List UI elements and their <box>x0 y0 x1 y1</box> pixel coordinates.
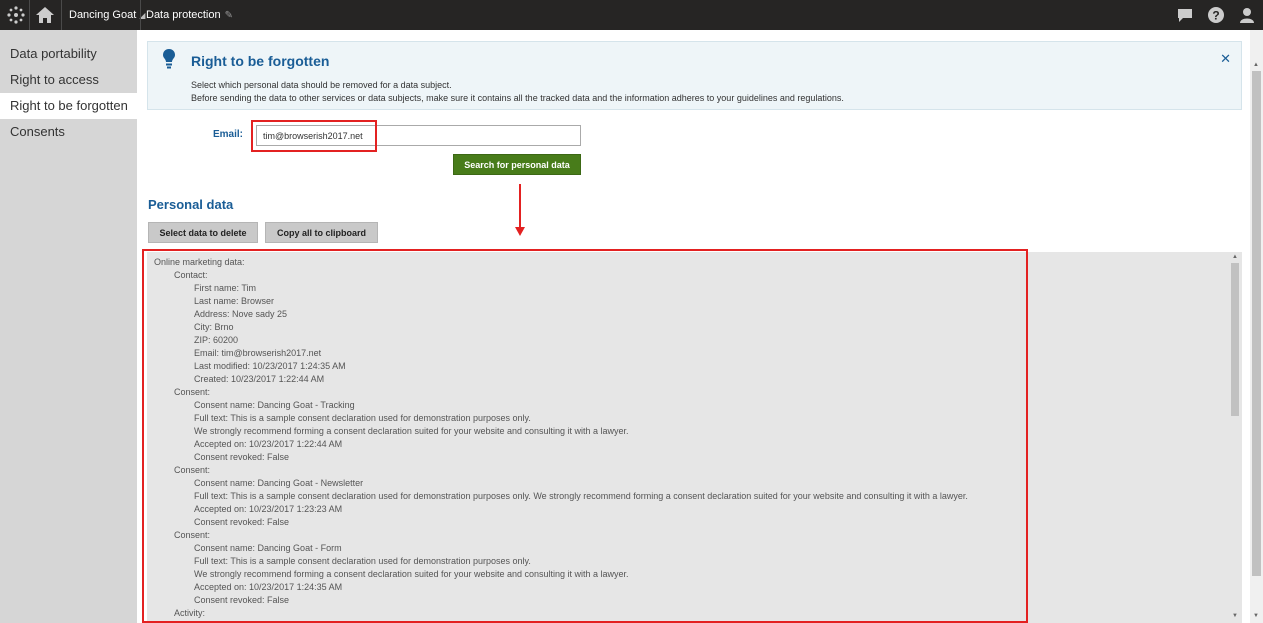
info-title: Right to be forgotten <box>191 53 330 69</box>
sidebar-item-right-to-access[interactable]: Right to access <box>0 67 137 93</box>
site-name: Dancing Goat <box>69 9 137 21</box>
data-line: Last modified: 10/23/2017 1:24:35 AM <box>194 361 346 371</box>
select-data-to-delete-button[interactable]: Select data to delete <box>148 222 258 243</box>
data-line: Consent name: Dancing Goat - Newsletter <box>194 478 364 488</box>
email-label: Email: <box>213 129 244 140</box>
annotation-arrow-head <box>515 227 525 236</box>
home-icon[interactable] <box>35 5 55 25</box>
data-line: Consent revoked: False <box>194 595 290 605</box>
data-line: Full text: This is a sample consent decl… <box>194 491 968 501</box>
info-text: Select which personal data should be rem… <box>191 80 452 90</box>
data-line: Address: Nove sady 25 <box>194 309 288 319</box>
scroll-up-icon[interactable]: ▲ <box>1253 62 1259 68</box>
svg-text:?: ? <box>1212 9 1219 23</box>
data-line: Created: 10/23/2017 1:22:44 AM <box>194 374 325 384</box>
top-bar: Dancing Goat ◢ Data protection ✎ ? <box>0 0 1263 30</box>
sidebar-item-consents[interactable]: Consents <box>0 119 137 145</box>
pin-icon[interactable]: ✎ <box>225 10 233 21</box>
data-line: Accepted on: 10/23/2017 1:22:44 AM <box>194 439 343 449</box>
search-personal-data-button[interactable]: Search for personal data <box>453 154 581 175</box>
sidebar-item-data-portability[interactable]: Data portability <box>0 41 137 67</box>
app-name: Data protection <box>146 9 221 21</box>
data-line: Activity: <box>174 608 206 618</box>
scrollbar-thumb[interactable] <box>1252 71 1261 576</box>
data-line: We strongly recommend forming a consent … <box>194 426 629 436</box>
scroll-down-icon[interactable]: ▼ <box>1253 613 1259 619</box>
annotation-arrow <box>519 184 521 228</box>
email-field[interactable] <box>256 125 581 146</box>
data-line: First name: Tim <box>194 283 257 293</box>
data-line: Consent: <box>174 465 211 475</box>
sidebar-item-right-to-be-forgotten[interactable]: Right to be forgotten <box>0 93 137 119</box>
data-line: ZIP: 60200 <box>194 335 239 345</box>
close-icon[interactable]: ✕ <box>1220 51 1231 67</box>
sidebar: Data portability Right to access Right t… <box>0 30 137 623</box>
data-line: Consent revoked: False <box>194 452 290 462</box>
chat-icon[interactable] <box>1176 6 1194 24</box>
help-icon[interactable]: ? <box>1207 6 1225 24</box>
site-selector[interactable]: Dancing Goat ◢ <box>69 9 145 21</box>
data-line: City: Brno <box>194 322 234 332</box>
page-scrollbar[interactable]: ▲ ▼ <box>1250 30 1263 623</box>
personal-data-output[interactable]: Online marketing data: Contact: First name… <box>147 252 1242 623</box>
data-line: We strongly recommend forming a consent … <box>194 569 629 579</box>
scrollbar-thumb[interactable] <box>1231 263 1239 416</box>
data-line: Consent revoked: False <box>194 517 290 527</box>
data-line: Accepted on: 10/23/2017 1:23:23 AM <box>194 504 343 514</box>
data-line: Full text: This is a sample consent decl… <box>194 413 531 423</box>
section-title: Personal data <box>148 197 234 212</box>
data-line: Contact: <box>174 270 208 280</box>
info-panel: Right to be forgotten Select which perso… <box>147 41 1242 110</box>
lightbulb-icon <box>163 49 175 69</box>
app-breadcrumb: Data protection ✎ <box>146 9 233 21</box>
data-line: Accepted on: 10/23/2017 1:24:35 AM <box>194 582 343 592</box>
scroll-up-icon[interactable]: ▲ <box>1232 254 1238 260</box>
data-line: Online marketing data: <box>154 257 245 267</box>
copy-all-to-clipboard-button[interactable]: Copy all to clipboard <box>265 222 378 243</box>
user-icon[interactable] <box>1238 6 1256 24</box>
data-line: Consent name: Dancing Goat - Tracking <box>194 400 355 410</box>
data-line: Consent: <box>174 387 211 397</box>
data-line: Full text: This is a sample consent decl… <box>194 556 531 566</box>
info-text: Before sending the data to other service… <box>191 93 844 103</box>
data-line: Email: tim@browserish2017.net <box>194 348 322 358</box>
divider <box>140 0 141 30</box>
scroll-down-icon[interactable]: ▼ <box>1232 613 1238 619</box>
data-line: Last name: Browser <box>194 296 275 306</box>
data-line: Consent name: Dancing Goat - Form <box>194 543 342 553</box>
kentico-logo-icon[interactable] <box>6 5 26 25</box>
data-line: Consent: <box>174 530 211 540</box>
divider <box>61 0 62 30</box>
divider <box>29 0 30 30</box>
